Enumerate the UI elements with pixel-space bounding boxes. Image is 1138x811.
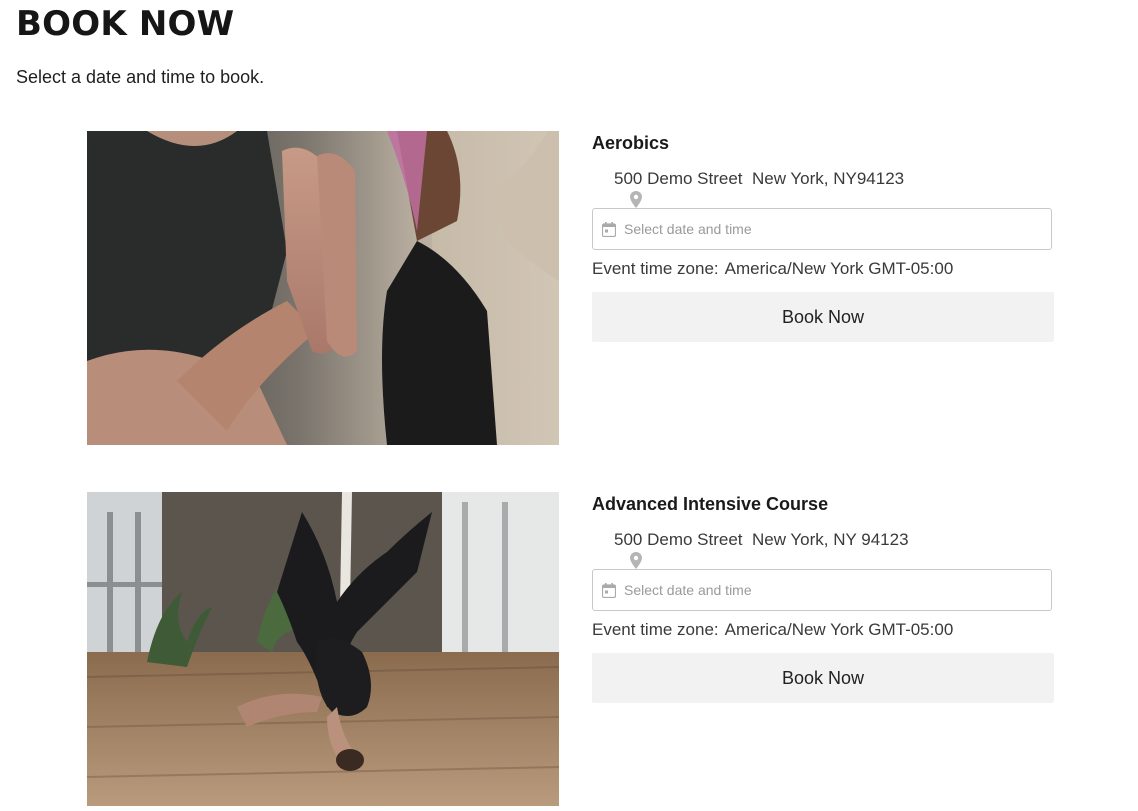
calendar-icon: [601, 221, 617, 237]
date-time-input[interactable]: [624, 582, 1024, 598]
timezone-value: America/New York GMT-05:00: [724, 259, 954, 278]
timezone-label: Event time zone:: [592, 620, 719, 639]
event-card-advanced-intensive: Advanced Intensive Course 500 Demo Stree…: [87, 492, 1054, 806]
book-now-button[interactable]: Book Now: [592, 292, 1054, 342]
map-pin-icon: [592, 532, 642, 569]
yoga-prayer-hands-photo: [87, 131, 559, 445]
event-title: Aerobics: [592, 133, 670, 153]
event-photo: [87, 492, 559, 806]
timezone-label: Event time zone:: [592, 259, 719, 278]
date-time-field[interactable]: [592, 569, 1052, 611]
book-now-button[interactable]: Book Now: [592, 653, 1054, 703]
event-card-aerobics: Aerobics 500 Demo Street New York, NY941…: [87, 131, 1054, 445]
event-photo: [87, 131, 559, 445]
event-address: 500 Demo Street New York, NY 94123: [592, 530, 909, 569]
page-subtitle: Select a date and time to book.: [16, 67, 265, 87]
map-pin-icon: [592, 171, 642, 208]
timezone-value: America/New York GMT-05:00: [724, 620, 954, 639]
page-title: BOOK NOW: [16, 4, 235, 44]
event-address: 500 Demo Street New York, NY94123: [592, 169, 905, 208]
calendar-icon: [601, 582, 617, 598]
aerial-yoga-photo: [87, 492, 559, 806]
address-text: 500 Demo Street New York, NY 94123: [614, 530, 909, 549]
date-time-field[interactable]: [592, 208, 1052, 250]
event-title: Advanced Intensive Course: [592, 494, 829, 514]
event-timezone: Event time zone: America/New York GMT-05:…: [592, 620, 953, 640]
event-timezone: Event time zone: America/New York GMT-05:…: [592, 259, 953, 279]
date-time-input[interactable]: [624, 221, 1024, 237]
address-text: 500 Demo Street New York, NY94123: [614, 169, 905, 188]
